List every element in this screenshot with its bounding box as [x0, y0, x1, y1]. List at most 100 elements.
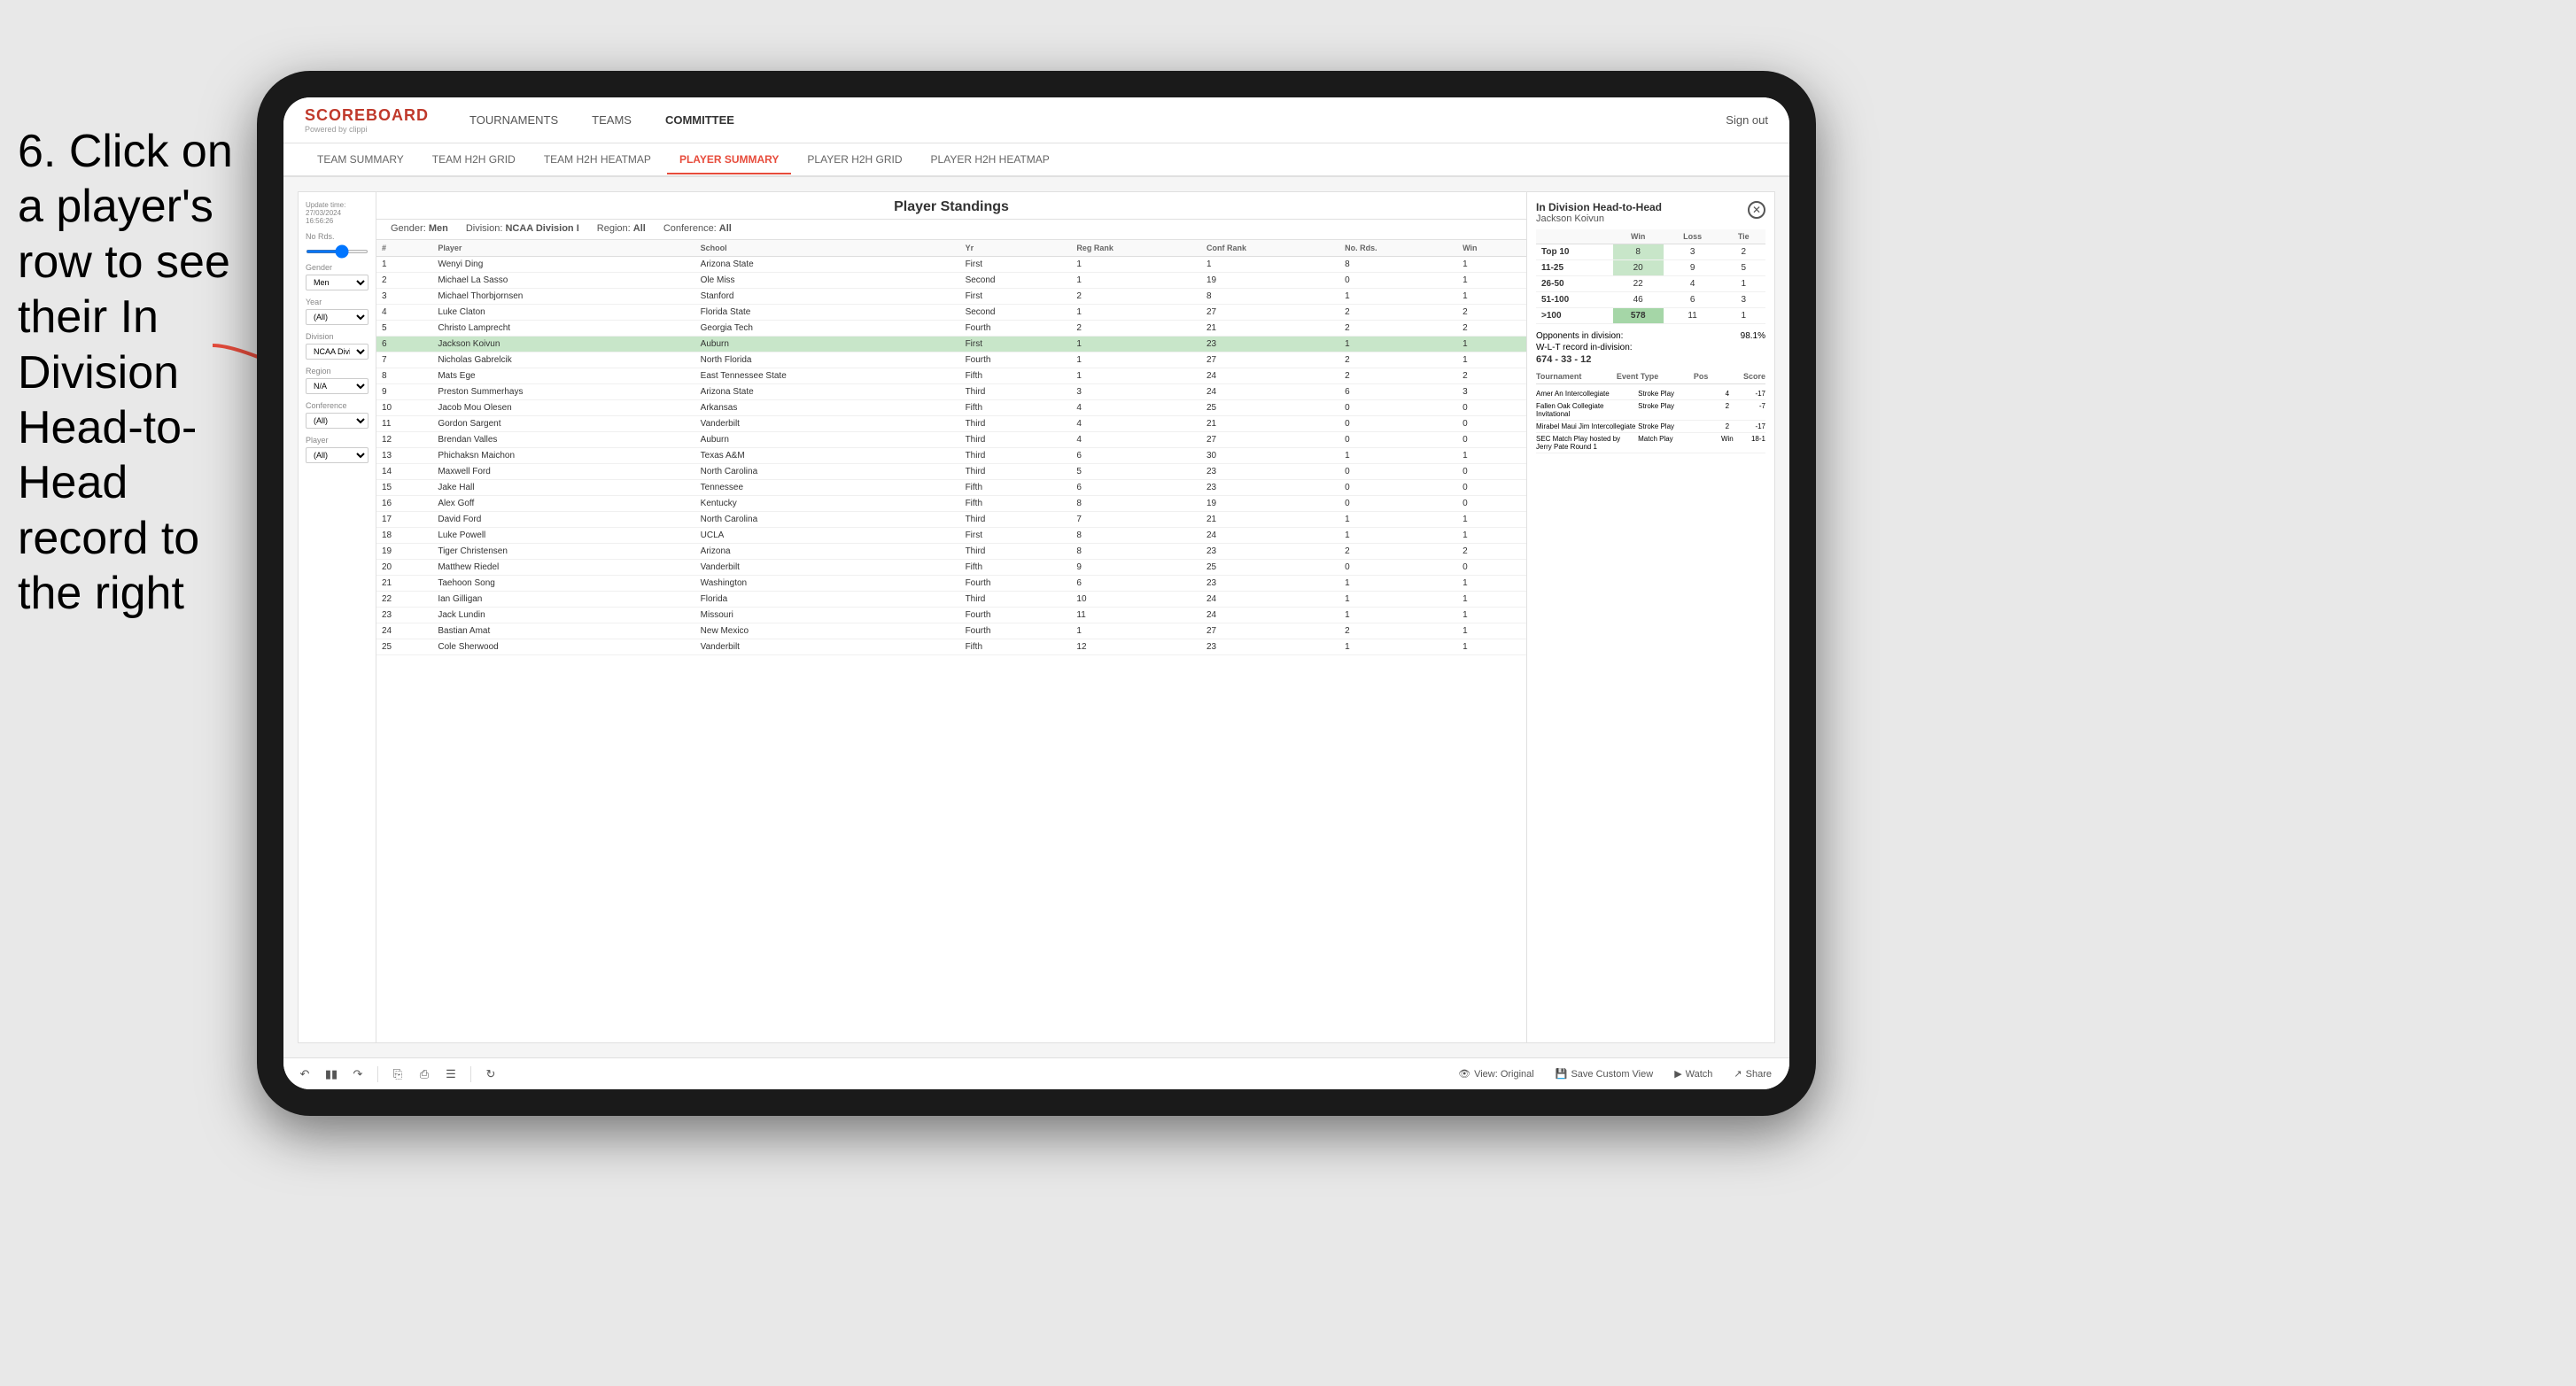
cell-win: 2: [1457, 368, 1526, 384]
cell-yr: Second: [960, 305, 1072, 321]
table-row[interactable]: 23 Jack Lundin Missouri Fourth 11 24 1 1: [376, 608, 1526, 623]
tab-player-h2h-heatmap[interactable]: PLAYER H2H HEATMAP: [919, 146, 1062, 173]
cell-conf-rank: 23: [1201, 480, 1339, 496]
cell-no-rds: 1: [1339, 592, 1457, 608]
nav-teams[interactable]: TEAMS: [578, 108, 646, 132]
table-row[interactable]: 18 Luke Powell UCLA First 8 24 1 1: [376, 528, 1526, 544]
watch-label: Watch: [1686, 1069, 1713, 1080]
tourn-score: 18-1: [1740, 435, 1765, 451]
cell-player: Maxwell Ford: [432, 464, 694, 480]
cell-win: 1: [1457, 639, 1526, 655]
tab-team-summary[interactable]: TEAM SUMMARY: [305, 146, 416, 173]
table-row[interactable]: 9 Preston Summerhays Arizona State Third…: [376, 384, 1526, 400]
tablet-screen: SCOREBOARD Powered by clippi TOURNAMENTS…: [283, 97, 1789, 1089]
redo-button[interactable]: ↷: [347, 1064, 369, 1085]
h2h-cell-win: 22: [1613, 276, 1664, 292]
table-row[interactable]: 24 Bastian Amat New Mexico Fourth 1 27 2…: [376, 623, 1526, 639]
share-button[interactable]: ↗ Share: [1726, 1065, 1779, 1083]
table-row[interactable]: 15 Jake Hall Tennessee Fifth 6 23 0 0: [376, 480, 1526, 496]
tab-team-h2h-heatmap[interactable]: TEAM H2H HEATMAP: [531, 146, 663, 173]
table-row[interactable]: 19 Tiger Christensen Arizona Third 8 23 …: [376, 544, 1526, 560]
sub-nav: TEAM SUMMARY TEAM H2H GRID TEAM H2H HEAT…: [283, 143, 1789, 177]
filter-gender-dropdown[interactable]: Men: [306, 275, 369, 290]
cell-player: Jackson Koivun: [432, 337, 694, 352]
tournaments-section: Tournament Event Type Pos Score Amer An …: [1536, 372, 1765, 453]
cell-conf-rank: 24: [1201, 368, 1339, 384]
filter-conference-dropdown[interactable]: (All): [306, 413, 369, 429]
table-row[interactable]: 13 Phichaksn Maichon Texas A&M Third 6 3…: [376, 448, 1526, 464]
filter-division-dropdown[interactable]: NCAA Division I: [306, 344, 369, 360]
watch-button[interactable]: ▶ Watch: [1667, 1065, 1719, 1083]
cell-school: East Tennessee State: [695, 368, 960, 384]
filter-region-dropdown[interactable]: N/A: [306, 378, 369, 394]
cell-conf-rank: 27: [1201, 305, 1339, 321]
cell-player: Luke Powell: [432, 528, 694, 544]
h2h-cell-win: 578: [1613, 308, 1664, 324]
cell-school: Georgia Tech: [695, 321, 960, 337]
table-row[interactable]: 25 Cole Sherwood Vanderbilt Fifth 12 23 …: [376, 639, 1526, 655]
table-row[interactable]: 20 Matthew Riedel Vanderbilt Fifth 9 25 …: [376, 560, 1526, 576]
cell-yr: Third: [960, 448, 1072, 464]
cell-num: 3: [376, 289, 432, 305]
data-button[interactable]: ☰: [440, 1064, 462, 1085]
refresh-button[interactable]: ↻: [480, 1064, 501, 1085]
nav-committee[interactable]: COMMITTEE: [651, 108, 749, 132]
table-row[interactable]: 1 Wenyi Ding Arizona State First 1 1 8 1: [376, 257, 1526, 273]
paste-button[interactable]: ⎙: [414, 1064, 435, 1085]
cell-reg-rank: 8: [1071, 544, 1201, 560]
tab-team-h2h-grid[interactable]: TEAM H2H GRID: [420, 146, 528, 173]
table-row[interactable]: 11 Gordon Sargent Vanderbilt Third 4 21 …: [376, 416, 1526, 432]
cell-conf-rank: 23: [1201, 576, 1339, 592]
col-reg-rank: Reg Rank: [1071, 240, 1201, 257]
close-h2h-button[interactable]: ✕: [1748, 201, 1765, 219]
cell-reg-rank: 9: [1071, 560, 1201, 576]
cell-yr: Fifth: [960, 400, 1072, 416]
table-row[interactable]: 7 Nicholas Gabrelcik North Florida Fourt…: [376, 352, 1526, 368]
tablet-frame: SCOREBOARD Powered by clippi TOURNAMENTS…: [257, 71, 1816, 1116]
nav-tournaments[interactable]: TOURNAMENTS: [455, 108, 572, 132]
table-row[interactable]: 21 Taehoon Song Washington Fourth 6 23 1…: [376, 576, 1526, 592]
table-row[interactable]: 12 Brendan Valles Auburn Third 4 27 0 0: [376, 432, 1526, 448]
table-row[interactable]: 6 Jackson Koivun Auburn First 1 23 1 1: [376, 337, 1526, 352]
cell-player: Luke Claton: [432, 305, 694, 321]
table-row[interactable]: 14 Maxwell Ford North Carolina Third 5 2…: [376, 464, 1526, 480]
table-row[interactable]: 17 David Ford North Carolina Third 7 21 …: [376, 512, 1526, 528]
table-row[interactable]: 22 Ian Gilligan Florida Third 10 24 1 1: [376, 592, 1526, 608]
cell-win: 0: [1457, 432, 1526, 448]
h2h-header: In Division Head-to-Head Jackson Koivun …: [1536, 201, 1765, 224]
cell-num: 18: [376, 528, 432, 544]
cell-reg-rank: 11: [1071, 608, 1201, 623]
table-row[interactable]: 16 Alex Goff Kentucky Fifth 8 19 0 0: [376, 496, 1526, 512]
cell-num: 2: [376, 273, 432, 289]
filter-year-dropdown[interactable]: (All): [306, 309, 369, 325]
table-row[interactable]: 3 Michael Thorbjornsen Stanford First 2 …: [376, 289, 1526, 305]
h2h-cell-rank: >100: [1536, 308, 1613, 324]
view-original-button[interactable]: 👁 View: Original: [1451, 1065, 1541, 1083]
cell-no-rds: 0: [1339, 496, 1457, 512]
undo-button[interactable]: ↶: [294, 1064, 315, 1085]
cell-conf-rank: 8: [1201, 289, 1339, 305]
filter-player-dropdown[interactable]: (All): [306, 447, 369, 463]
table-row[interactable]: 4 Luke Claton Florida State Second 1 27 …: [376, 305, 1526, 321]
table-row[interactable]: 8 Mats Ege East Tennessee State Fifth 1 …: [376, 368, 1526, 384]
cell-reg-rank: 6: [1071, 480, 1201, 496]
instruction-text: 6. Click on a player's row to see their …: [0, 106, 266, 639]
sign-out-button[interactable]: Sign out: [1726, 113, 1768, 127]
table-row[interactable]: 10 Jacob Mou Olesen Arkansas Fifth 4 25 …: [376, 400, 1526, 416]
tab-player-summary[interactable]: PLAYER SUMMARY: [667, 146, 791, 174]
cell-num: 17: [376, 512, 432, 528]
standings-container: Update time: 27/03/2024 16:56:26 No Rds.…: [298, 191, 1775, 1043]
table-row[interactable]: 2 Michael La Sasso Ole Miss Second 1 19 …: [376, 273, 1526, 289]
pause-button[interactable]: ▮▮: [321, 1064, 342, 1085]
table-title: Player Standings: [894, 199, 1009, 215]
save-custom-button[interactable]: 💾 Save Custom View: [1548, 1065, 1660, 1083]
rounds-slider[interactable]: [306, 246, 369, 256]
tab-player-h2h-grid[interactable]: PLAYER H2H GRID: [795, 146, 914, 173]
table-row[interactable]: 5 Christo Lamprecht Georgia Tech Fourth …: [376, 321, 1526, 337]
cell-num: 6: [376, 337, 432, 352]
filter-division-display: Division: NCAA Division I: [466, 223, 579, 234]
cell-conf-rank: 25: [1201, 560, 1339, 576]
h2h-title-area: In Division Head-to-Head Jackson Koivun: [1536, 201, 1662, 224]
copy-button[interactable]: ⎘: [387, 1064, 408, 1085]
cell-num: 19: [376, 544, 432, 560]
